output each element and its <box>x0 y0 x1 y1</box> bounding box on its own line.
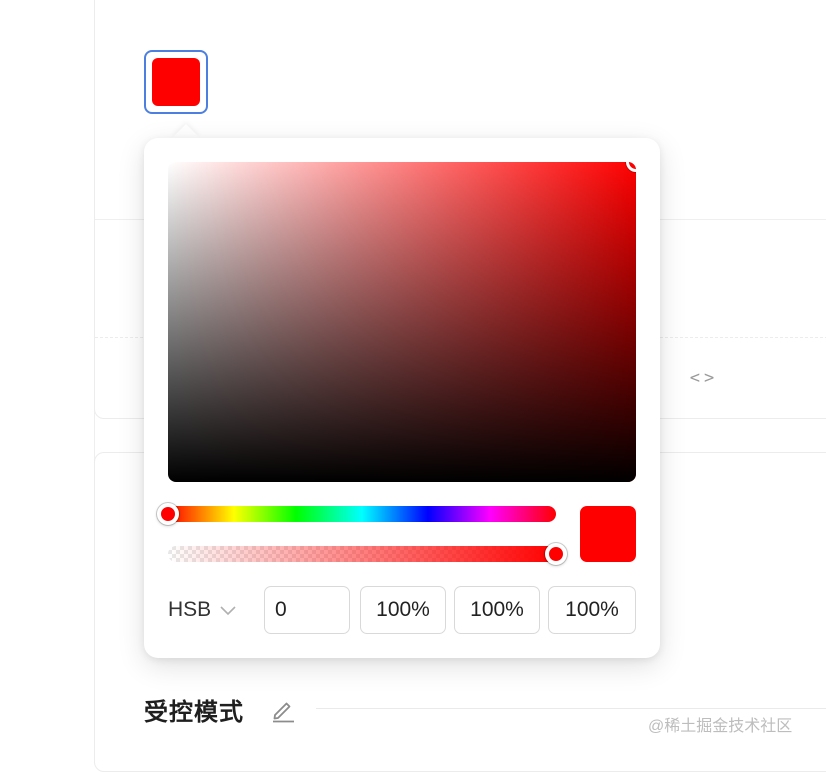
color-preview-swatch <box>580 506 636 562</box>
code-icon-left: < <box>689 368 700 388</box>
code-icon-right: > <box>704 368 715 388</box>
color-mode-select[interactable]: HSB <box>168 588 250 632</box>
hue-input[interactable]: 0 <box>264 586 350 634</box>
section-title: 受控模式 <box>144 699 244 726</box>
chevron-down-icon <box>220 606 236 616</box>
section-divider <box>316 708 826 709</box>
hue-slider-handle[interactable] <box>157 503 179 525</box>
alpha-slider-handle[interactable] <box>545 543 567 565</box>
saturation-input[interactable]: 100% <box>360 586 446 634</box>
color-picker-trigger[interactable] <box>144 50 208 114</box>
brightness-gradient <box>168 162 636 482</box>
alpha-gradient <box>168 546 556 562</box>
brightness-input[interactable]: 100% <box>454 586 540 634</box>
hue-value: 0 <box>275 598 287 621</box>
popover-arrow <box>172 124 200 138</box>
color-mode-label: HSB <box>168 598 212 621</box>
color-picker-popover: HSB 0 100% 100% 100% <box>144 138 660 658</box>
brightness-value: 100% <box>470 598 524 621</box>
trigger-color-swatch <box>152 58 200 106</box>
alpha-value: 100% <box>565 598 619 621</box>
watermark: @稀土掘金技术社区 <box>648 718 793 735</box>
pencil-icon[interactable] <box>268 694 298 724</box>
code-toggle-button[interactable]: < > <box>682 365 722 391</box>
saturation-brightness-panel[interactable] <box>168 162 636 482</box>
hue-slider[interactable] <box>157 503 556 525</box>
alpha-input[interactable]: 100% <box>548 586 636 634</box>
saturation-value: 100% <box>376 598 430 621</box>
alpha-slider[interactable] <box>168 546 556 562</box>
